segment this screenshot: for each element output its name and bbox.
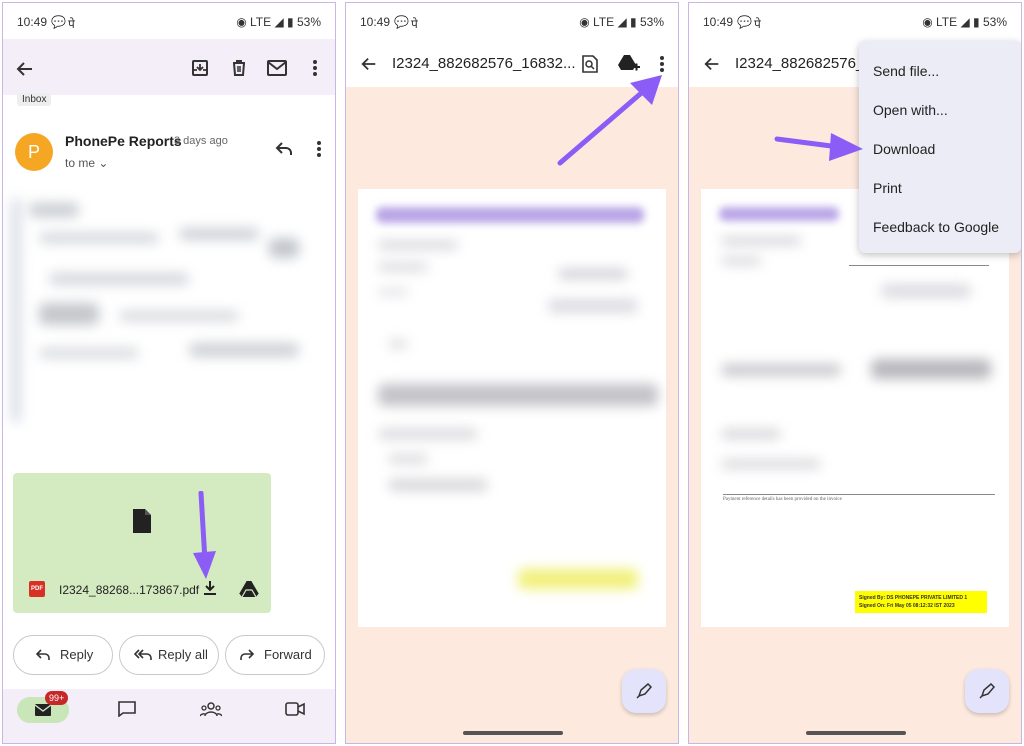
received-time: 3 days ago xyxy=(174,135,228,147)
reply-button[interactable]: Reply xyxy=(13,635,113,675)
overflow-menu: Send file... Open with... Download Print… xyxy=(859,41,1021,253)
gmail-message-screen: 10:49 💬 पे ◉ LTE ◢ ▮ 53% Inbox P PhonePe… xyxy=(2,2,336,744)
document-icon xyxy=(133,509,151,533)
annotate-fab[interactable] xyxy=(622,669,666,713)
signed-by: Signed By: DS PHONEPE PRIVATE LIMITED 1 xyxy=(859,595,968,601)
more-vert-icon[interactable] xyxy=(658,55,666,73)
network-type: LTE xyxy=(593,15,615,29)
archive-icon[interactable] xyxy=(190,58,210,78)
more-vert-icon[interactable] xyxy=(311,58,319,78)
avatar-letter: P xyxy=(27,142,40,162)
document-canvas[interactable] xyxy=(346,87,678,743)
forward-label: Forward xyxy=(264,647,312,662)
forward-button[interactable]: Forward xyxy=(225,635,325,675)
message-notification-icon: 💬 xyxy=(51,15,66,29)
unread-count: 99+ xyxy=(49,693,65,703)
delete-icon[interactable] xyxy=(229,58,249,78)
network-type: LTE xyxy=(250,15,272,29)
signed-on: Signed On: Fri May 05 08:12:32 IST 2023 xyxy=(859,603,955,609)
menu-download[interactable]: Download xyxy=(873,141,935,157)
forward-icon xyxy=(240,649,254,660)
table-line xyxy=(849,265,989,266)
reply-icon[interactable] xyxy=(275,141,293,157)
message-more-icon[interactable] xyxy=(315,140,323,158)
gesture-handle xyxy=(463,731,563,735)
unread-badge: 99+ xyxy=(45,691,69,705)
status-bar: 10:49 💬 पे ◉ LTE ◢ ▮ 53% xyxy=(3,3,335,39)
status-bar: 10:49 💬 पे ◉ LTE ◢ ▮ 53% xyxy=(689,3,1021,39)
back-arrow-icon[interactable] xyxy=(15,59,35,79)
back-arrow-icon[interactable] xyxy=(360,55,378,73)
menu-open-with[interactable]: Open with... xyxy=(873,102,948,118)
reply-all-label: Reply all xyxy=(158,647,208,662)
drive-icon[interactable] xyxy=(239,581,259,597)
menu-print[interactable]: Print xyxy=(873,180,902,196)
status-app-label: पे xyxy=(754,17,761,31)
status-time: 10:49 xyxy=(17,15,48,29)
status-right: ◉ LTE ◢ ▮ 53% xyxy=(236,15,321,29)
table-line xyxy=(723,494,995,495)
gesture-handle xyxy=(806,731,906,735)
status-app-label: पे xyxy=(68,17,75,31)
battery-level: 53% xyxy=(639,15,664,29)
status-right: ◉ LTE ◢ ▮ 53% xyxy=(922,15,1007,29)
spaces-icon[interactable] xyxy=(200,701,222,717)
bottom-nav: 99+ xyxy=(3,689,335,743)
chevron-down-icon: ⌄ xyxy=(98,156,109,170)
attachment-filename: I2324_88268...173867.pdf xyxy=(59,583,200,597)
reply-all-icon xyxy=(134,649,152,660)
mail-icon xyxy=(35,704,51,716)
status-time: 10:49 xyxy=(703,15,734,29)
blurred-email-body xyxy=(9,193,309,433)
pen-edit-icon xyxy=(636,683,652,699)
status-time: 10:49 xyxy=(360,15,391,29)
reply-all-button[interactable]: Reply all xyxy=(119,635,219,675)
pdf-badge: PDF xyxy=(29,581,45,597)
annotation-arrow xyxy=(774,133,863,161)
reply-label: Reply xyxy=(60,647,94,662)
nav-mail[interactable]: 99+ xyxy=(17,691,69,723)
avatar[interactable]: P xyxy=(15,133,53,171)
mark-unread-icon[interactable] xyxy=(267,59,287,77)
sender-name: PhonePe Reports xyxy=(65,133,182,149)
pdf-page xyxy=(358,189,666,627)
status-bar: 10:49 💬 पे ◉ LTE ◢ ▮ 53% xyxy=(346,3,678,39)
file-title: I2324_882682576_16832... xyxy=(392,55,576,72)
pdf-viewer-menu-screen: 10:49 💬 पे ◉ LTE ◢ ▮ 53% I2324_882682576… xyxy=(688,2,1022,744)
menu-send-file[interactable]: Send file... xyxy=(873,63,939,79)
payment-footnote: Payment reference details has been provi… xyxy=(723,497,842,502)
inbox-chip[interactable]: Inbox xyxy=(17,93,52,106)
annotate-fab[interactable] xyxy=(965,669,1009,713)
add-to-drive-icon[interactable] xyxy=(618,55,640,73)
message-notification-icon: 💬 xyxy=(737,15,752,29)
pdf-badge-label: PDF xyxy=(31,586,43,592)
pdf-viewer-screen: 10:49 💬 पे ◉ LTE ◢ ▮ 53% I2324_882682576… xyxy=(345,2,679,744)
status-right: ◉ LTE ◢ ▮ 53% xyxy=(579,15,664,29)
pen-edit-icon xyxy=(979,683,995,699)
recipient-toggle[interactable]: to me ⌄ xyxy=(65,156,108,170)
meet-icon[interactable] xyxy=(285,702,305,716)
annotation-arrow xyxy=(557,75,662,166)
network-type: LTE xyxy=(936,15,958,29)
signature-block: Signed By: DS PHONEPE PRIVATE LIMITED 1 … xyxy=(855,591,987,613)
message-notification-icon: 💬 xyxy=(394,15,409,29)
back-arrow-icon[interactable] xyxy=(703,55,721,73)
recipient-label: to me xyxy=(65,156,96,170)
attachment-card[interactable]: PDF I2324_88268...173867.pdf xyxy=(13,473,271,613)
pdf-page: Payment reference details has been provi… xyxy=(701,189,1009,627)
annotation-arrow xyxy=(193,491,216,579)
reply-icon xyxy=(36,649,50,660)
menu-feedback[interactable]: Feedback to Google xyxy=(873,219,999,235)
chat-icon[interactable] xyxy=(118,701,136,717)
status-app-label: पे xyxy=(411,17,418,31)
search-in-document-icon[interactable] xyxy=(582,55,598,73)
battery-level: 53% xyxy=(982,15,1007,29)
battery-level: 53% xyxy=(296,15,321,29)
inbox-chip-label: Inbox xyxy=(22,94,47,105)
